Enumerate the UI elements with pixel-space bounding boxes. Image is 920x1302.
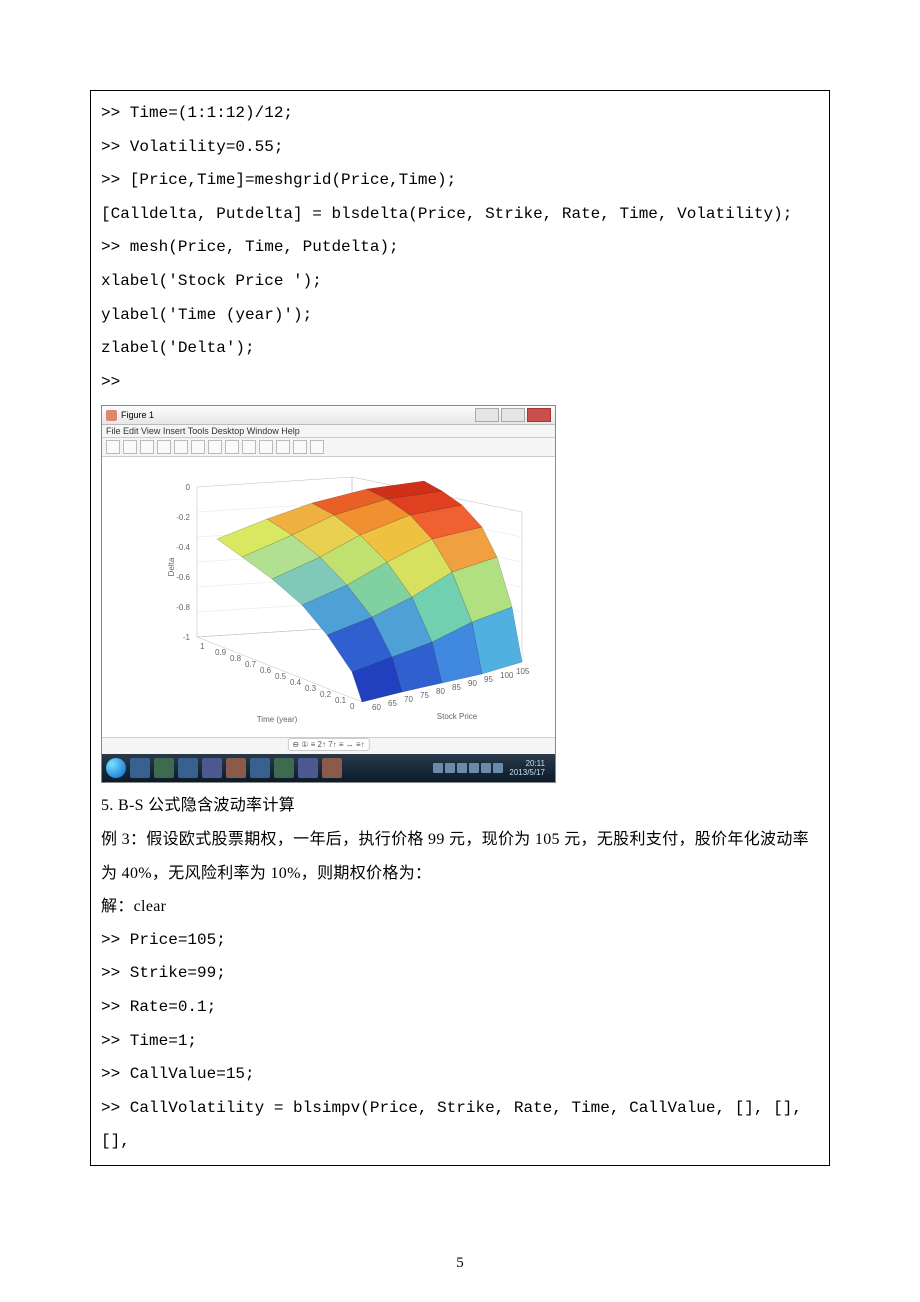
window-title: Figure 1: [121, 410, 154, 420]
z-tick: -0.2: [176, 513, 190, 522]
x-tick: 85: [452, 683, 461, 692]
code-line: >> CallValue=15;: [101, 1058, 819, 1092]
y-axis-label: Time (year): [257, 715, 298, 724]
window-titlebar: Figure 1: [102, 406, 555, 425]
brush-icon[interactable]: [259, 440, 273, 454]
page-number: 5: [0, 1255, 920, 1272]
y-tick: 0.2: [320, 690, 332, 699]
taskbar-app-icon[interactable]: [298, 758, 318, 778]
code-line: >> Time=(1:1:12)/12;: [101, 97, 819, 131]
y-tick: 0.5: [275, 672, 287, 681]
y-tick: 0: [350, 702, 355, 711]
z-tick: -0.4: [176, 543, 190, 552]
zoom-in-icon[interactable]: [174, 440, 188, 454]
link-icon[interactable]: [276, 440, 290, 454]
content-cell: >> Time=(1:1:12)/12; >> Volatility=0.55;…: [90, 90, 830, 1166]
x-tick: 70: [404, 695, 413, 704]
maximize-button[interactable]: [501, 408, 525, 422]
taskbar-app-icon[interactable]: [226, 758, 246, 778]
tray-icon[interactable]: [493, 763, 503, 773]
tray-icon[interactable]: [433, 763, 443, 773]
y-tick: 1: [200, 642, 205, 651]
z-tick: 0: [186, 483, 191, 492]
new-icon[interactable]: [106, 440, 120, 454]
code-line: >> Price=105;: [101, 924, 819, 958]
code-line: [Calldelta, Putdelta] = blsdelta(Price, …: [101, 198, 819, 232]
minimize-button[interactable]: [475, 408, 499, 422]
matlab-icon: [106, 410, 117, 421]
z-axis-label: Delta: [167, 557, 176, 576]
taskbar-clock[interactable]: 20:11 2013/5/17: [509, 759, 545, 777]
document-page: >> Time=(1:1:12)/12; >> Volatility=0.55;…: [0, 0, 920, 1302]
system-tray[interactable]: [433, 763, 503, 773]
taskbar-app-icon[interactable]: [130, 758, 150, 778]
taskbar-app-icon[interactable]: [274, 758, 294, 778]
taskbar-app-icon[interactable]: [250, 758, 270, 778]
x-axis-label: Stock Price: [437, 712, 478, 721]
code-line: >> Time=1;: [101, 1025, 819, 1059]
rotate3d-icon[interactable]: [225, 440, 239, 454]
embedded-screenshot: Figure 1 File Edit View Insert Tools Des…: [101, 405, 819, 783]
tray-icon[interactable]: [469, 763, 479, 773]
code-line: >> CallVolatility = blsimpv(Price, Strik…: [101, 1092, 819, 1159]
z-tick: -1: [183, 633, 191, 642]
y-tick: 0.3: [305, 684, 317, 693]
code-line: >> mesh(Price, Time, Putdelta);: [101, 231, 819, 265]
code-line: >>: [101, 366, 819, 400]
code-line: xlabel('Stock Price ');: [101, 265, 819, 299]
taskbar-app-icon[interactable]: [154, 758, 174, 778]
code-line: >> Rate=0.1;: [101, 991, 819, 1025]
tray-icon[interactable]: [481, 763, 491, 773]
example-text: 例 3：假设欧式股票期权，一年后，执行价格 99 元，现价为 105 元，无股利…: [101, 823, 819, 890]
code-line: >> Volatility=0.55;: [101, 131, 819, 165]
open-icon[interactable]: [123, 440, 137, 454]
x-tick: 90: [468, 679, 477, 688]
taskbar-app-icon[interactable]: [202, 758, 222, 778]
tray-icon[interactable]: [445, 763, 455, 773]
z-tick: -0.8: [176, 603, 190, 612]
save-icon[interactable]: [140, 440, 154, 454]
zoom-out-icon[interactable]: [191, 440, 205, 454]
x-tick: 75: [420, 691, 429, 700]
x-tick: 65: [388, 699, 397, 708]
legend-icon[interactable]: [310, 440, 324, 454]
pan-icon[interactable]: [208, 440, 222, 454]
datacursor-icon[interactable]: [242, 440, 256, 454]
close-button[interactable]: [527, 408, 551, 422]
x-tick: 100: [500, 671, 514, 680]
y-tick: 0.9: [215, 648, 227, 657]
code-line: zlabel('Delta');: [101, 332, 819, 366]
taskbar-app-icon[interactable]: [322, 758, 342, 778]
colorbar-icon[interactable]: [293, 440, 307, 454]
y-tick: 0.8: [230, 654, 242, 663]
x-tick: 105: [516, 667, 530, 676]
tray-icon[interactable]: [457, 763, 467, 773]
solution-label: 解：clear: [101, 890, 819, 924]
matlab-figure-window: Figure 1 File Edit View Insert Tools Des…: [101, 405, 556, 783]
y-tick: 0.4: [290, 678, 302, 687]
section-heading: 5. B-S 公式隐含波动率计算: [101, 789, 819, 823]
y-tick: 0.6: [260, 666, 272, 675]
code-line: >> Strike=99;: [101, 957, 819, 991]
z-tick: -0.6: [176, 573, 190, 582]
x-tick: 60: [372, 703, 381, 712]
x-tick: 95: [484, 675, 493, 684]
security-popup[interactable]: ⊖ ① ≡ 2↑ 7↑ ≡ ↔ ≡↑: [287, 738, 369, 751]
x-tick: 80: [436, 687, 445, 696]
axes-3d-surface[interactable]: 0 -0.2 -0.4 -0.6 -0.8 -1 Delta 1 0.9 0.8…: [102, 457, 555, 737]
print-icon[interactable]: [157, 440, 171, 454]
taskbar-app-icon[interactable]: [178, 758, 198, 778]
toolbar: [102, 438, 555, 457]
menubar[interactable]: File Edit View Insert Tools Desktop Wind…: [102, 425, 555, 438]
y-tick: 0.7: [245, 660, 257, 669]
figure-statusbar: ⊖ ① ≡ 2↑ 7↑ ≡ ↔ ≡↑: [102, 737, 555, 754]
code-line: >> [Price,Time]=meshgrid(Price,Time);: [101, 164, 819, 198]
windows-taskbar: 20:11 2013/5/17: [102, 754, 555, 782]
code-line: ylabel('Time (year)');: [101, 299, 819, 333]
y-tick: 0.1: [335, 696, 347, 705]
start-button[interactable]: [106, 758, 126, 778]
